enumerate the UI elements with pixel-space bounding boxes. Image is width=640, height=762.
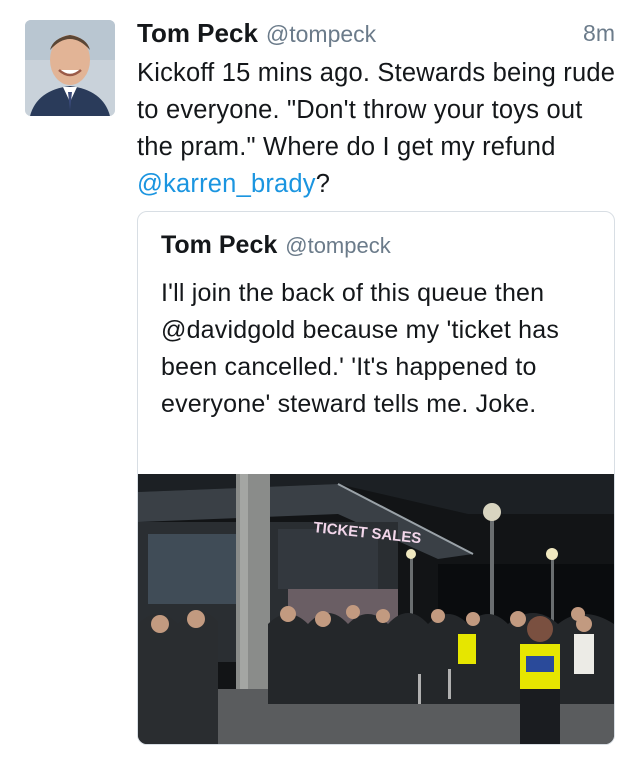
tweet-text-body: Kickoff 15 mins ago. Stewards being rude…: [137, 59, 616, 161]
quoted-tweet-header: Tom Peck @tompeck: [161, 228, 391, 263]
tweet-text-end: ?: [315, 170, 331, 198]
mention-link[interactable]: @karren_brady: [137, 170, 316, 198]
tweet-header: Tom Peck @tompeck 8m: [137, 16, 615, 52]
timestamp[interactable]: 8m: [583, 16, 615, 50]
ticket-queue-photo: TICKET SALES: [138, 474, 614, 744]
avatar[interactable]: [25, 20, 115, 116]
profile-photo: [25, 20, 115, 116]
quoted-tweet-card[interactable]: Tom Peck @tompeck I'll join the back of t…: [137, 211, 615, 745]
quoted-tweet-photo[interactable]: TICKET SALES: [138, 474, 614, 744]
author-name[interactable]: Tom Peck: [137, 18, 258, 48]
quoted-author-name: Tom Peck: [161, 231, 278, 259]
quoted-tweet-text: I'll join the back of this queue then @d…: [161, 279, 560, 418]
quoted-author-handle: @tompeck: [285, 233, 391, 258]
tweet-text: Kickoff 15 mins ago. Stewards being rude…: [137, 55, 617, 203]
author-handle[interactable]: @tompeck: [266, 21, 376, 47]
